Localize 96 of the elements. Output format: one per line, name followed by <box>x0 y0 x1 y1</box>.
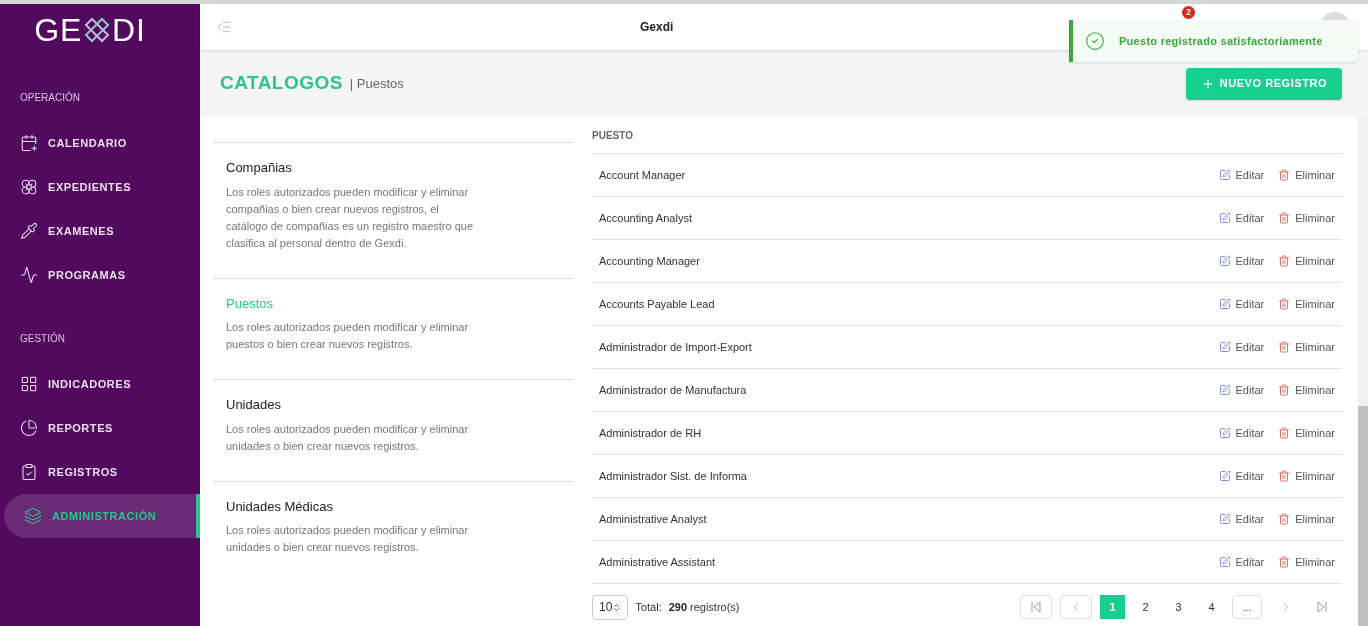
trash-icon <box>1278 513 1291 525</box>
calendar-icon <box>20 134 38 152</box>
edit-icon <box>1218 169 1231 181</box>
pulse-icon <box>20 266 38 284</box>
previous-page-button[interactable] <box>1060 595 1092 619</box>
sidebar-item[interactable]: CALENDARIO <box>0 121 200 165</box>
edit-button[interactable]: Editar <box>1218 252 1265 270</box>
page-subtitle: | Puestos <box>349 74 404 93</box>
edit-icon <box>1218 298 1231 310</box>
table-cell-text: Administrative Assistant <box>599 554 716 570</box>
pipette-icon <box>20 222 38 240</box>
delete-button[interactable]: Eliminar <box>1278 381 1335 399</box>
delete-button[interactable]: Eliminar <box>1278 553 1335 571</box>
edit-button[interactable]: Editar <box>1218 166 1265 184</box>
trash-icon <box>1278 470 1291 482</box>
notification-badge: 2 <box>1182 6 1195 19</box>
delete-button[interactable]: Eliminar <box>1278 295 1335 313</box>
catalog-item[interactable]: Unidades Los roles autorizados pueden modificar y eliminar unidades o bien crear nuevos registros. <box>213 379 573 481</box>
edit-icon <box>1218 384 1231 396</box>
page-size-select[interactable]: 10 <box>592 594 629 620</box>
table-cell-text: Account Manager <box>599 167 686 183</box>
delete-button[interactable]: Eliminar <box>1278 424 1335 442</box>
sidebar-item[interactable]: EXAMENES <box>0 209 200 253</box>
success-toast: Puesto registrado satisfactoriamente <box>1069 20 1358 62</box>
first-page-icon <box>1030 601 1042 613</box>
delete-button[interactable]: Eliminar <box>1278 209 1335 227</box>
page-title: CATALOGOS <box>220 71 343 96</box>
table-cell-text: Accounts Payable Lead <box>599 296 715 312</box>
delete-button[interactable]: Eliminar <box>1278 338 1335 356</box>
delete-button[interactable]: Eliminar <box>1278 467 1335 485</box>
first-page-button[interactable] <box>1020 595 1052 619</box>
trash-icon <box>1278 341 1291 353</box>
plus-icon <box>1200 76 1215 91</box>
edit-button[interactable]: Editar <box>1218 338 1265 356</box>
delete-button[interactable]: Eliminar <box>1278 510 1335 528</box>
delete-button[interactable]: Eliminar <box>1278 252 1335 270</box>
edit-button[interactable]: Editar <box>1218 424 1265 442</box>
edit-icon <box>1218 255 1231 267</box>
page-button[interactable]: 2 <box>1133 595 1158 619</box>
edit-button[interactable]: Editar <box>1218 467 1265 485</box>
catalog-item[interactable]: Unidades Médicas Los roles autorizados pueden modificar y eliminar unidades o bien crear nuevos registros. <box>213 480 573 582</box>
table-cell-text: Administrador Sist. de Informa <box>599 468 747 484</box>
edit-icon <box>1218 427 1231 439</box>
clipboard-icon <box>20 463 38 481</box>
pie-chart-icon <box>20 419 38 437</box>
sidebar-item[interactable]: REPORTES <box>0 406 200 450</box>
table-cell-text: Administrative Analyst <box>599 511 707 527</box>
section-label: OPERACIÓN <box>19 90 81 105</box>
total-unit: registro(s) <box>690 599 740 615</box>
trash-icon <box>1278 298 1291 310</box>
layers-icon <box>24 507 42 525</box>
edit-button[interactable]: Editar <box>1218 209 1265 227</box>
sort-caret-icon <box>612 602 622 612</box>
sidebar-item[interactable]: ADMINISTRACIÓN <box>4 494 200 538</box>
trash-icon <box>1278 384 1291 396</box>
flower-icon <box>20 178 38 196</box>
edit-icon <box>1218 341 1231 353</box>
sidebar-item[interactable]: EXPEDIENTES <box>0 165 200 209</box>
table-cell-text: Administrador de RH <box>599 425 702 441</box>
grid-icon <box>20 375 38 393</box>
table-cell-text: Administrador de Import-Export <box>599 339 752 355</box>
trash-icon <box>1278 255 1291 267</box>
logo-text: DI <box>112 11 146 50</box>
edit-icon <box>1218 470 1231 482</box>
menu-icon[interactable] <box>216 19 232 35</box>
trash-icon <box>1278 212 1291 224</box>
total-label: Total: <box>635 599 662 615</box>
catalog-item[interactable]: Compañias Los roles autorizados pueden modificar y eliminar compañias o bien crear nuevos registros, el catálogo de compañias es un registro maestro que clasifica al personal dentro de Gexdi. <box>213 142 573 278</box>
edit-icon <box>1218 556 1231 568</box>
total-count: 290 <box>668 599 687 615</box>
trash-icon <box>1278 427 1291 439</box>
table-cell-text: Accounting Analyst <box>599 210 692 226</box>
section-label: GESTIÓN <box>19 331 66 346</box>
last-page-icon <box>1316 601 1328 613</box>
page-button[interactable]: 3 <box>1166 595 1191 619</box>
edit-button[interactable]: Editar <box>1218 510 1265 528</box>
table-cell-text: Administrador de Manufactura <box>599 382 747 398</box>
trash-icon <box>1278 169 1291 181</box>
edit-icon <box>1218 513 1231 525</box>
sidebar-item[interactable]: INDICADORES <box>0 362 200 406</box>
sidebar-item[interactable]: REGISTROS <box>0 450 200 494</box>
delete-button[interactable]: Eliminar <box>1278 166 1335 184</box>
check-circle-icon <box>1085 31 1105 51</box>
edit-button[interactable]: Editar <box>1218 381 1265 399</box>
catalog-item[interactable]: Puestos Los roles autorizados pueden modificar y eliminar puestos o bien crear nuevos registros. <box>213 277 573 379</box>
page-button[interactable]: 4 <box>1199 595 1224 619</box>
sidebar-item[interactable]: PROGRAMAS <box>0 253 200 297</box>
more-pages-button[interactable]: ... <box>1232 595 1262 619</box>
edit-icon <box>1218 212 1231 224</box>
edit-button[interactable]: Editar <box>1218 553 1265 571</box>
column-header: PUESTO <box>592 128 633 143</box>
table-cell-text: Accounting Manager <box>599 253 700 269</box>
edit-button[interactable]: Editar <box>1218 295 1265 313</box>
trash-icon <box>1278 556 1291 568</box>
app-title: Gexdi <box>640 19 674 36</box>
logo-text: GE <box>34 11 83 50</box>
